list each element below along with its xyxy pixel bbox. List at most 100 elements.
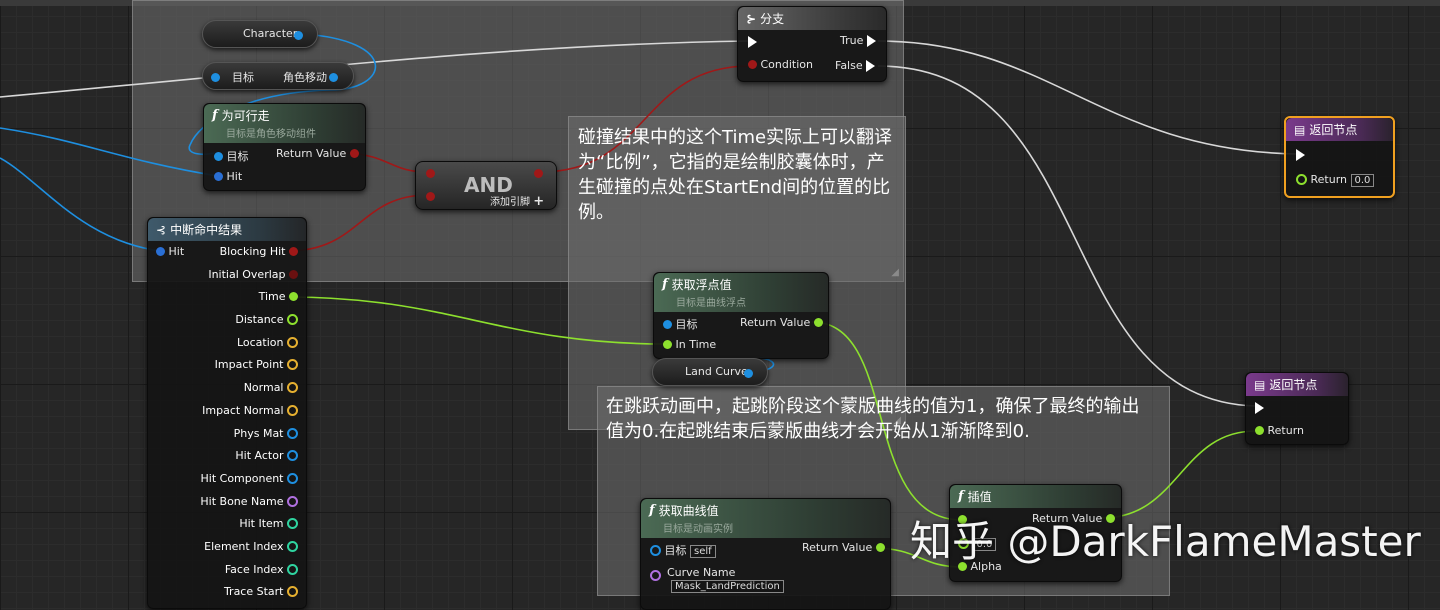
target-input-pin[interactable] bbox=[214, 152, 223, 161]
branch-node[interactable]: ⊱ 分支 True Condition False bbox=[737, 6, 887, 82]
output-row-time: Time bbox=[200, 290, 298, 313]
curve-name-field[interactable]: Mask_LandPrediction bbox=[671, 580, 784, 593]
output-label: Impact Normal bbox=[202, 403, 284, 417]
output-label: Trace Start bbox=[223, 585, 284, 599]
false-label: False bbox=[835, 59, 863, 72]
output-pin[interactable] bbox=[287, 450, 298, 462]
output-pin[interactable] bbox=[287, 563, 298, 575]
return-value-label: Return Value bbox=[802, 541, 873, 554]
output-pin[interactable] bbox=[289, 247, 298, 256]
target-label: 目标 bbox=[226, 150, 249, 163]
output-pin[interactable] bbox=[287, 336, 298, 348]
target-value-field[interactable]: self bbox=[690, 545, 716, 558]
node-header: ⊰ 中断命中结果 bbox=[148, 218, 306, 241]
bool-output-pin[interactable] bbox=[534, 169, 543, 178]
is-walkable-node[interactable]: f 为可行走 目标是角色移动组件 目标 Return Value Hit bbox=[203, 103, 366, 191]
curve-name-input-pin[interactable] bbox=[650, 570, 661, 581]
character-movement-getter-node[interactable]: 目标 角色移动 bbox=[202, 62, 354, 90]
get-float-value-node[interactable]: f 获取浮点值 目标是曲线浮点 目标 Return Value In Time bbox=[653, 272, 829, 359]
get-curve-value-node[interactable]: f 获取曲线值 目标是动画实例 目标 self Return Value Curv… bbox=[640, 498, 891, 610]
output-pin[interactable] bbox=[289, 292, 298, 302]
bool-wire-blocking-and bbox=[287, 194, 429, 252]
output-label: Phys Mat bbox=[233, 426, 284, 440]
output-pin[interactable] bbox=[287, 314, 298, 326]
node-header: f 获取曲线值 目标是动画实例 bbox=[641, 499, 890, 538]
in-time-label: In Time bbox=[675, 338, 717, 351]
node-subtitle: 目标是曲线浮点 bbox=[676, 298, 746, 309]
target-label: 目标 bbox=[664, 544, 687, 557]
comment-note-time: 碰撞结果中的这个Time实际上可以翻译为“比例”，它指的是绘制胶囊体时，产生碰撞… bbox=[578, 127, 893, 223]
object-pin[interactable] bbox=[744, 369, 753, 378]
movement-target-label: 目标 bbox=[232, 71, 254, 84]
float-output-pin[interactable] bbox=[813, 318, 823, 327]
function-icon: f bbox=[662, 277, 668, 292]
exec-input-pin[interactable] bbox=[1255, 402, 1264, 414]
condition-input-pin[interactable] bbox=[748, 60, 757, 69]
bool-output-pin[interactable] bbox=[349, 149, 359, 158]
and-node[interactable]: AND 添加引脚 + bbox=[415, 161, 557, 210]
output-label: Location bbox=[236, 335, 284, 349]
output-row-hit-component: Hit Component bbox=[200, 472, 298, 495]
output-row-phys-mat: Phys Mat bbox=[200, 427, 298, 450]
add-pin-label: 添加引脚 bbox=[490, 197, 530, 208]
output-pin[interactable] bbox=[289, 269, 298, 279]
exec-wire-false-return bbox=[877, 65, 1256, 407]
return-node-bottom[interactable]: ▤ 返回节点 Return bbox=[1245, 372, 1349, 445]
output-pin[interactable] bbox=[287, 359, 298, 371]
bool-input-pin-a[interactable] bbox=[426, 169, 435, 178]
return-value-label: Return Value bbox=[276, 147, 347, 160]
break-hit-result-node[interactable]: ⊰ 中断命中结果 Hit Blocking Hit Initial Overlap… bbox=[147, 217, 307, 609]
output-row-trace-start: Trace Start bbox=[200, 585, 298, 608]
land-curve-label: Land Curve bbox=[685, 365, 748, 378]
object-wire-left-1 bbox=[0, 127, 219, 177]
node-header: f 插值 bbox=[950, 485, 1121, 508]
character-getter-node[interactable]: Character bbox=[202, 20, 318, 48]
output-label: Initial Overlap bbox=[208, 267, 286, 281]
function-icon: f bbox=[958, 489, 964, 504]
exec-true-pin[interactable] bbox=[866, 35, 876, 47]
output-pin[interactable] bbox=[287, 472, 298, 484]
node-title: 返回节点 bbox=[1269, 378, 1318, 392]
target-input-pin[interactable] bbox=[650, 545, 661, 556]
output-pin[interactable] bbox=[287, 382, 298, 394]
return-value-field[interactable]: 0.0 bbox=[1350, 174, 1375, 187]
output-label: Impact Point bbox=[214, 358, 284, 372]
target-input-pin[interactable] bbox=[211, 73, 220, 82]
node-title: 中断命中结果 bbox=[170, 223, 243, 237]
hit-label: Hit bbox=[226, 170, 243, 183]
output-row-normal: Normal bbox=[200, 381, 298, 404]
output-label: Blocking Hit bbox=[219, 245, 286, 258]
object-pin[interactable] bbox=[294, 31, 303, 40]
output-pin[interactable] bbox=[287, 518, 298, 530]
exec-false-pin[interactable] bbox=[866, 60, 876, 72]
movement-label: 角色移动 bbox=[283, 71, 327, 84]
bool-input-pin-b[interactable] bbox=[426, 192, 435, 201]
in-time-input-pin[interactable] bbox=[663, 340, 672, 349]
float-input-pin[interactable] bbox=[1296, 174, 1307, 185]
exec-input-pin[interactable] bbox=[748, 36, 757, 48]
output-label: Hit Item bbox=[239, 517, 284, 531]
node-title: 获取曲线值 bbox=[658, 504, 719, 518]
land-curve-getter-node[interactable]: Land Curve bbox=[652, 358, 768, 386]
object-output-pin[interactable] bbox=[329, 73, 338, 82]
output-label: Hit Actor bbox=[235, 449, 284, 463]
output-pin[interactable] bbox=[287, 495, 298, 507]
hit-input-pin[interactable] bbox=[156, 247, 165, 256]
node-title: 插值 bbox=[967, 490, 992, 504]
zhihu-watermark: 知乎 @DarkFlameMaster bbox=[910, 517, 1421, 566]
target-input-pin[interactable] bbox=[663, 320, 672, 329]
output-pin[interactable] bbox=[287, 404, 298, 416]
float-output-pin[interactable] bbox=[875, 543, 885, 552]
output-pin[interactable] bbox=[287, 540, 298, 552]
output-row-location: Location bbox=[200, 336, 298, 359]
output-label: Distance bbox=[235, 313, 284, 327]
node-header: ⊱ 分支 bbox=[738, 7, 886, 30]
hit-input-pin[interactable] bbox=[214, 172, 223, 181]
add-pin-button[interactable]: 添加引脚 + bbox=[490, 193, 544, 209]
output-pin[interactable] bbox=[287, 427, 298, 439]
float-input-pin[interactable] bbox=[1255, 426, 1264, 435]
output-pin[interactable] bbox=[287, 586, 298, 598]
hit-label: Hit bbox=[168, 245, 185, 258]
return-node-selected[interactable]: ▤ 返回节点 Return 0.0 bbox=[1284, 116, 1395, 198]
exec-input-pin[interactable] bbox=[1296, 149, 1305, 161]
